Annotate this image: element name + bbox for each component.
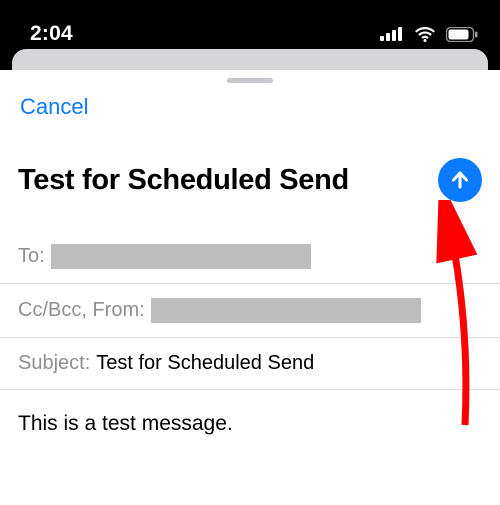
cellular-icon (380, 27, 404, 41)
from-value-redacted (151, 298, 421, 323)
header-fields: To: Cc/Bcc, From: Subject: Test for Sche… (0, 230, 500, 458)
cc-bcc-from-field[interactable]: Cc/Bcc, From: (0, 284, 500, 338)
subject-value: Test for Scheduled Send (96, 352, 314, 375)
to-label: To: (18, 245, 45, 268)
compose-sheet: Cancel Test for Scheduled Send To: Cc/Bc… (0, 70, 500, 505)
status-time: 2:04 (30, 22, 73, 46)
title-row: Test for Scheduled Send (18, 158, 482, 202)
message-body[interactable]: This is a test message. (0, 390, 500, 458)
subject-field[interactable]: Subject: Test for Scheduled Send (0, 338, 500, 390)
sheet-shelf (0, 58, 500, 70)
compose-title: Test for Scheduled Send (18, 164, 349, 197)
send-button[interactable] (438, 158, 482, 202)
status-icons (380, 27, 478, 42)
subject-label: Subject: (18, 352, 90, 375)
to-value-redacted (51, 244, 311, 269)
to-field[interactable]: To: (0, 230, 500, 284)
sheet-grabber[interactable] (227, 78, 273, 83)
wifi-icon (414, 27, 436, 42)
battery-icon (446, 27, 478, 42)
ccbcc-label: Cc/Bcc, From: (18, 299, 145, 322)
cancel-button[interactable]: Cancel (20, 94, 88, 120)
arrow-up-icon (448, 168, 472, 192)
